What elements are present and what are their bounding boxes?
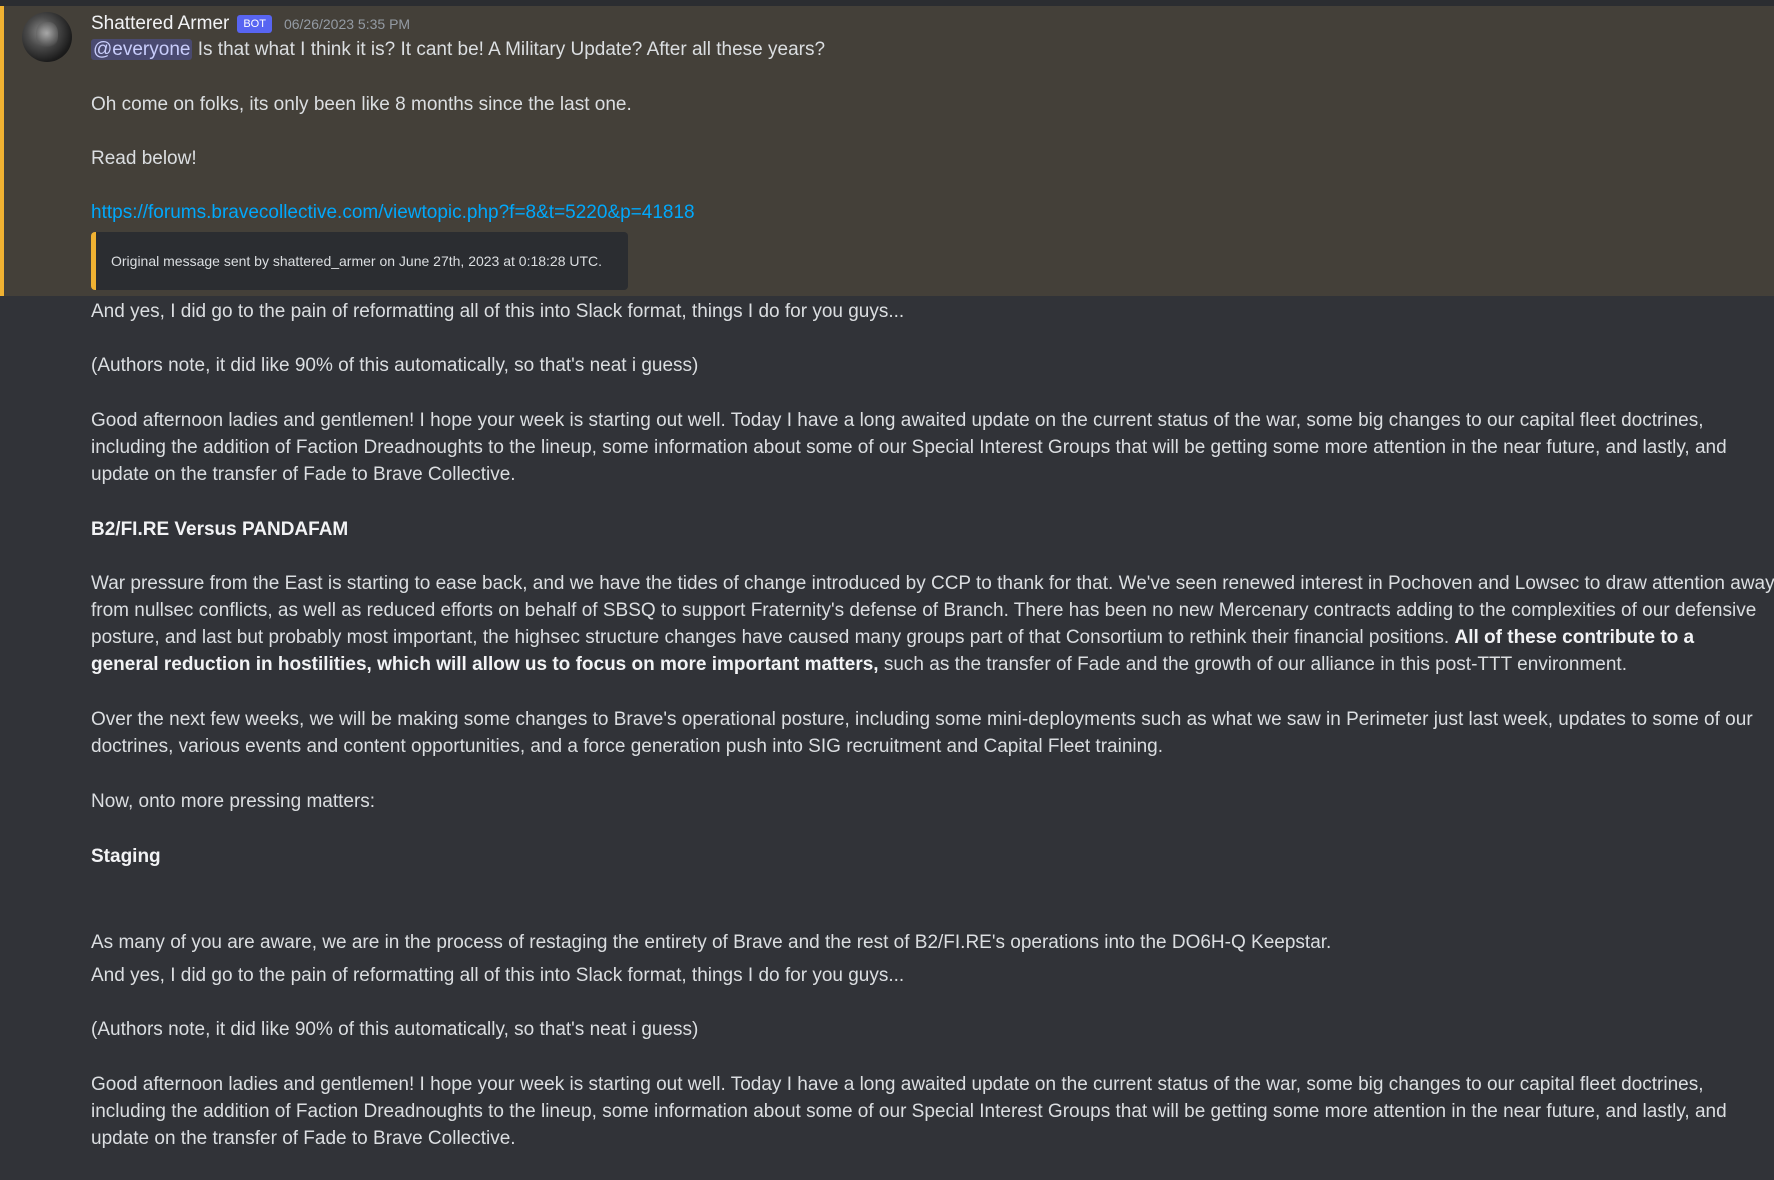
body-paragraph-4-line-3: posture, and last but probably most impo… [91,624,1771,651]
body-bold-text: All of these contribute to a [1454,627,1695,648]
body-paragraph-5-line-2: doctrines, various events and content op… [91,736,1164,757]
avatar[interactable] [22,12,72,62]
body-paragraph-6: Now, onto more pressing matters: [91,791,376,812]
message-line-2: Oh come on folks, its only been like 8 m… [91,94,632,115]
repeat-paragraph-3-line-2: including the addition of Faction Dreadn… [91,1101,1727,1122]
everyone-mention[interactable]: @everyone [91,39,193,60]
body-paragraph-1: And yes, I did go to the pain of reforma… [91,301,905,322]
body-paragraph-4-line-4: general reduction in hostilities, which … [91,651,1771,678]
message-text: Is that what I think it is? It cant be! … [197,39,826,60]
section-heading-staging: Staging [91,846,161,867]
body-paragraph-5-line-1: Over the next few weeks, we will be maki… [91,709,1753,730]
message-line-3: Read below! [91,148,197,169]
message-link-line: https://forums.bravecollective.com/viewt… [91,199,1771,226]
body-paragraph-7: As many of you are aware, we are in the … [91,932,1332,953]
body-text: posture, and last but probably most impo… [91,627,1450,648]
message-header: Shattered Armer BOT 06/26/2023 5:35 PM [91,12,410,36]
section-heading-war: B2/FI.RE Versus PANDAFAM [91,519,349,540]
forum-link[interactable]: https://forums.bravecollective.com/viewt… [91,202,695,223]
body-paragraph-3-line-3: update on the transfer of Fade to Brave … [91,464,516,485]
body-text: such as the transfer of Fade and the gro… [883,654,1627,675]
body-paragraph-2: (Authors note, it did like 90% of this a… [91,355,699,376]
bot-badge: BOT [237,15,272,33]
body-paragraph-4-line-1: War pressure from the East is starting t… [91,573,1774,594]
repeat-paragraph-1: And yes, I did go to the pain of reforma… [91,965,905,986]
body-paragraph-3-line-1: Good afternoon ladies and gentlemen! I h… [91,410,1704,431]
message-line-1: @everyone Is that what I think it is? It… [91,36,1771,63]
repeat-paragraph-2: (Authors note, it did like 90% of this a… [91,1019,699,1040]
repeat-paragraph-3-line-3: update on the transfer of Fade to Brave … [91,1128,516,1149]
original-message-quote: Original message sent by shattered_armer… [91,232,628,290]
body-paragraph-4-line-2: from nullsec conflicts, as well as reduc… [91,600,1757,621]
body-paragraph-3-line-2: including the addition of Faction Dreadn… [91,437,1727,458]
author-name[interactable]: Shattered Armer [91,13,229,35]
body-bold-text: general reduction in hostilities, which … [91,654,879,675]
repeat-paragraph-3-line-1: Good afternoon ladies and gentlemen! I h… [91,1074,1704,1095]
message-timestamp[interactable]: 06/26/2023 5:35 PM [284,16,410,32]
